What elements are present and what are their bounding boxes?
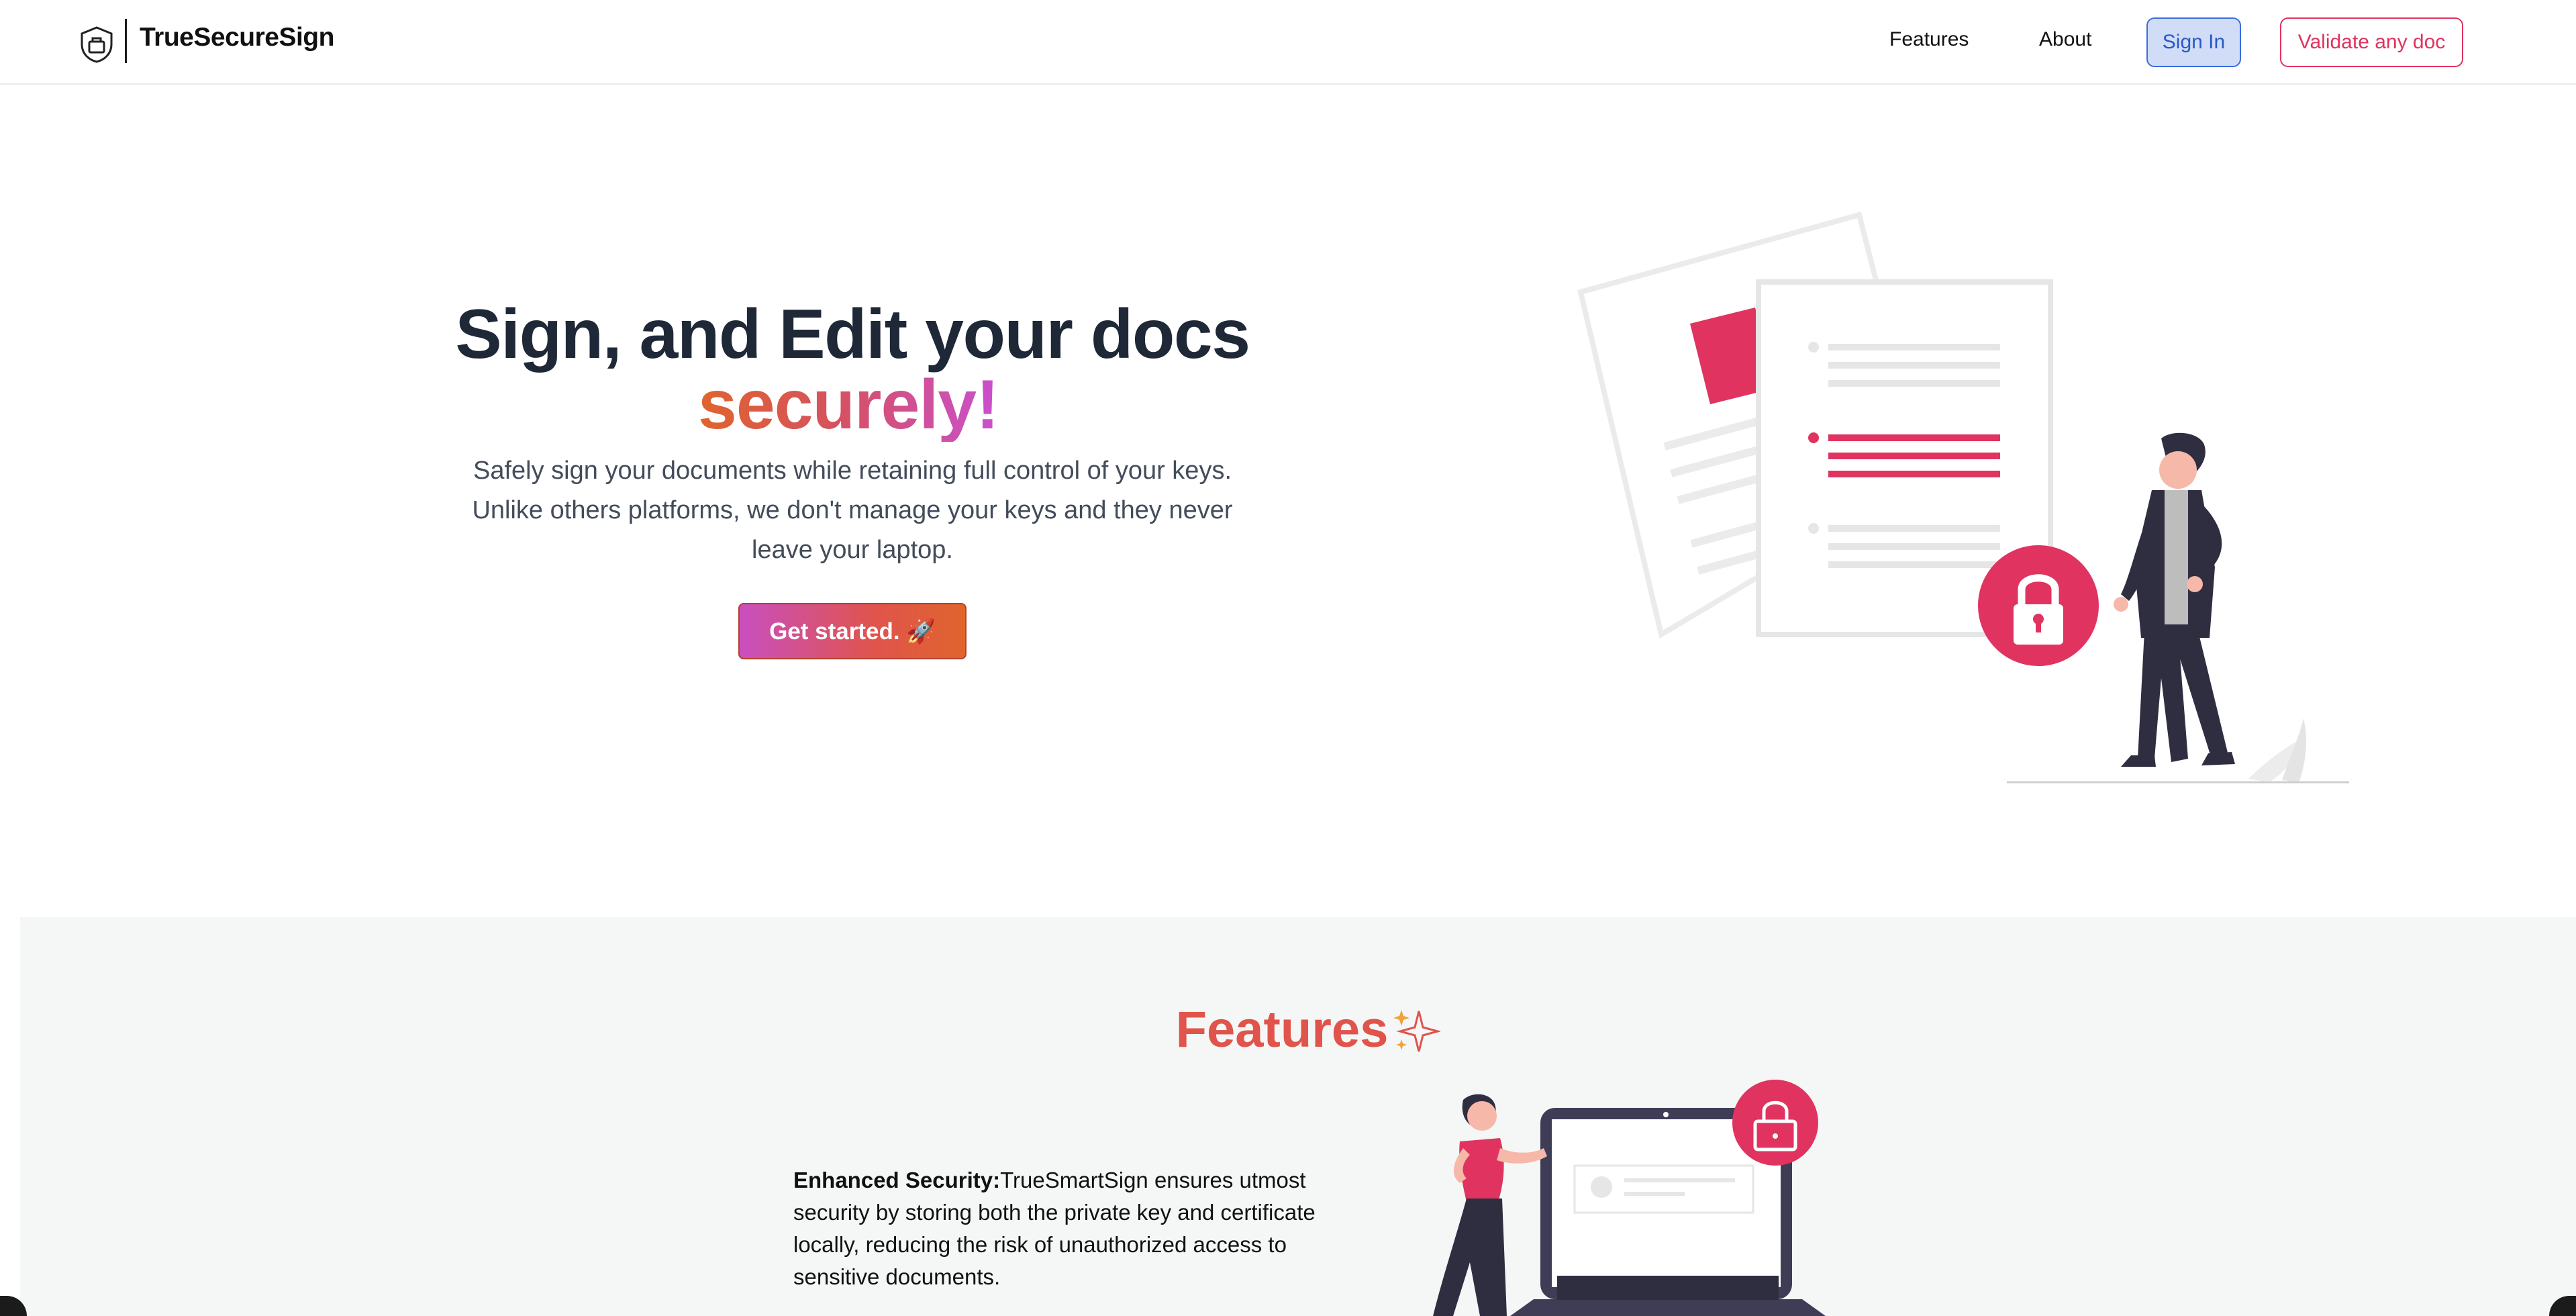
sign-in-label: Sign In bbox=[2162, 31, 2226, 53]
navbar: TrueSecureSign Features About Sign In Va… bbox=[0, 0, 2576, 85]
shield-logo-icon[interactable] bbox=[79, 26, 114, 63]
nav-link-features[interactable]: Features bbox=[1889, 28, 1969, 51]
hero-illustration bbox=[1577, 211, 2349, 784]
validate-doc-button[interactable]: Validate any doc bbox=[2280, 17, 2463, 67]
feature-title: Enhanced Security: bbox=[793, 1168, 1001, 1192]
lock-icon bbox=[1978, 545, 2099, 666]
nav-link-about[interactable]: About bbox=[2039, 28, 2091, 51]
sign-in-button[interactable]: Sign In bbox=[2146, 17, 2241, 67]
get-started-label: Get started. 🚀 bbox=[769, 618, 936, 645]
get-started-button[interactable]: Get started. 🚀 bbox=[738, 603, 967, 659]
sparkle-icon bbox=[1393, 1010, 1440, 1052]
lock-badge-icon bbox=[1732, 1080, 1818, 1166]
hero-title: Sign, and Edit your docs bbox=[455, 295, 1250, 373]
logo-divider bbox=[125, 19, 127, 63]
brand-name[interactable]: TrueSecureSign bbox=[140, 23, 334, 52]
validate-doc-label: Validate any doc bbox=[2297, 31, 2446, 53]
hero-title-accent: securely! bbox=[698, 368, 1007, 442]
hero-subtitle: Safely sign your documents while retaini… bbox=[472, 457, 1233, 564]
woman-illustration bbox=[1433, 1094, 1547, 1316]
features-illustration bbox=[1433, 1080, 1826, 1316]
feature-item-enhanced-security: Enhanced Security:TrueSmartSign ensures … bbox=[793, 1164, 1357, 1293]
